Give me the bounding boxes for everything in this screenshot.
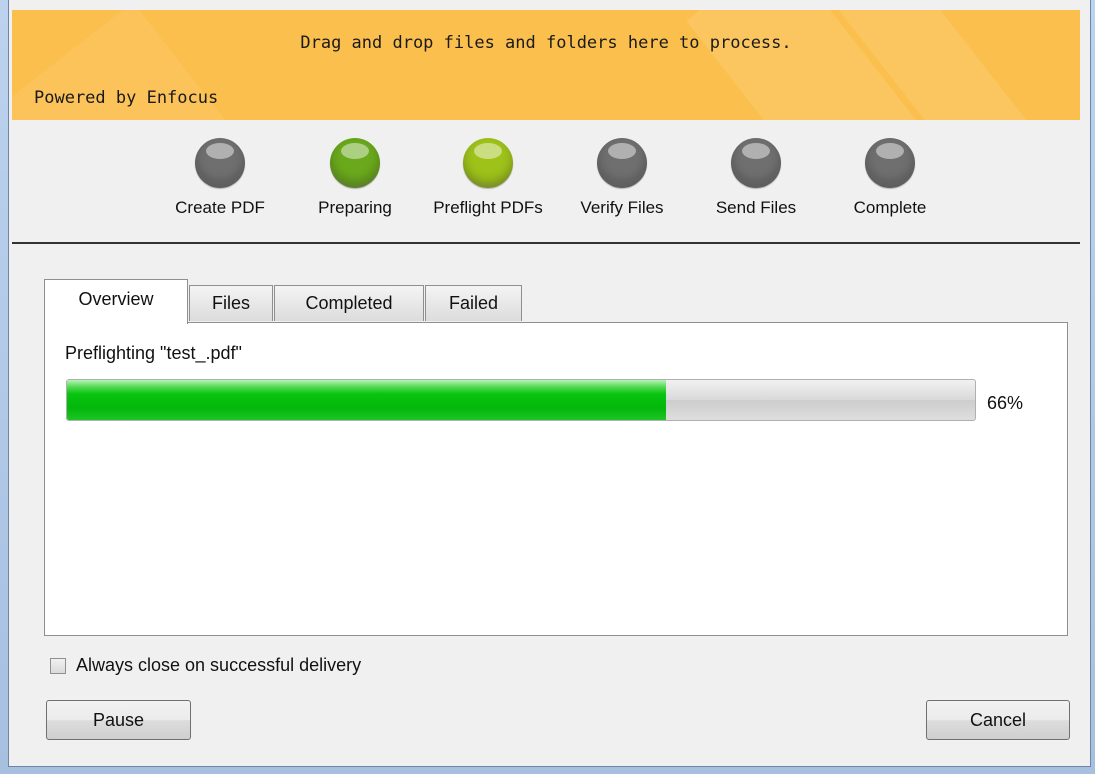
step-label: Preparing bbox=[318, 198, 392, 217]
status-light-icon bbox=[731, 138, 781, 188]
step-label: Send Files bbox=[715, 198, 797, 217]
status-light-icon bbox=[330, 138, 380, 188]
status-light-icon bbox=[865, 138, 915, 188]
step-label: Verify Files bbox=[580, 198, 664, 217]
status-light-icon bbox=[463, 138, 513, 188]
window-frame-left bbox=[0, 0, 8, 774]
status-light-icon bbox=[597, 138, 647, 188]
progress-bar bbox=[66, 379, 976, 421]
tab-failed[interactable]: Failed bbox=[425, 285, 522, 321]
workflow-steps: Create PDF Preparing Preflight PDFs Veri… bbox=[12, 120, 1080, 242]
progress-percent: 66% bbox=[987, 393, 1024, 413]
cancel-button[interactable]: Cancel bbox=[926, 700, 1070, 740]
divider bbox=[12, 242, 1080, 244]
tab-overview[interactable]: Overview bbox=[44, 279, 188, 324]
drop-instruction-text: Drag and drop files and folders here to … bbox=[300, 33, 792, 53]
powered-by-text: Powered by Enfocus bbox=[34, 88, 219, 108]
step-send-files: Send Files bbox=[688, 138, 824, 218]
step-verify-files: Verify Files bbox=[554, 138, 690, 218]
overview-panel: Preflighting "test_.pdf" 66% bbox=[44, 322, 1068, 636]
step-complete: Complete bbox=[822, 138, 958, 218]
window-frame-bottom bbox=[0, 766, 1095, 774]
step-preparing: Preparing bbox=[287, 138, 423, 218]
always-close-label: Always close on successful delivery bbox=[76, 655, 362, 675]
pause-button[interactable]: Pause bbox=[46, 700, 191, 740]
step-preflight-pdfs: Preflight PDFs bbox=[420, 138, 556, 218]
step-create-pdf: Create PDF bbox=[152, 138, 288, 218]
tab-files[interactable]: Files bbox=[189, 285, 273, 321]
always-close-option[interactable]: Always close on successful delivery bbox=[50, 655, 361, 676]
status-light-icon bbox=[195, 138, 245, 188]
step-label: Preflight PDFs bbox=[433, 198, 543, 217]
step-label: Complete bbox=[853, 198, 927, 217]
progress-bar-fill bbox=[67, 380, 667, 420]
step-label: Create PDF bbox=[175, 198, 265, 217]
drop-zone-banner[interactable]: Drag and drop files and folders here to … bbox=[12, 10, 1080, 120]
status-message: Preflighting "test_.pdf" bbox=[65, 343, 242, 363]
always-close-checkbox[interactable] bbox=[50, 657, 66, 674]
tab-completed[interactable]: Completed bbox=[274, 285, 424, 321]
